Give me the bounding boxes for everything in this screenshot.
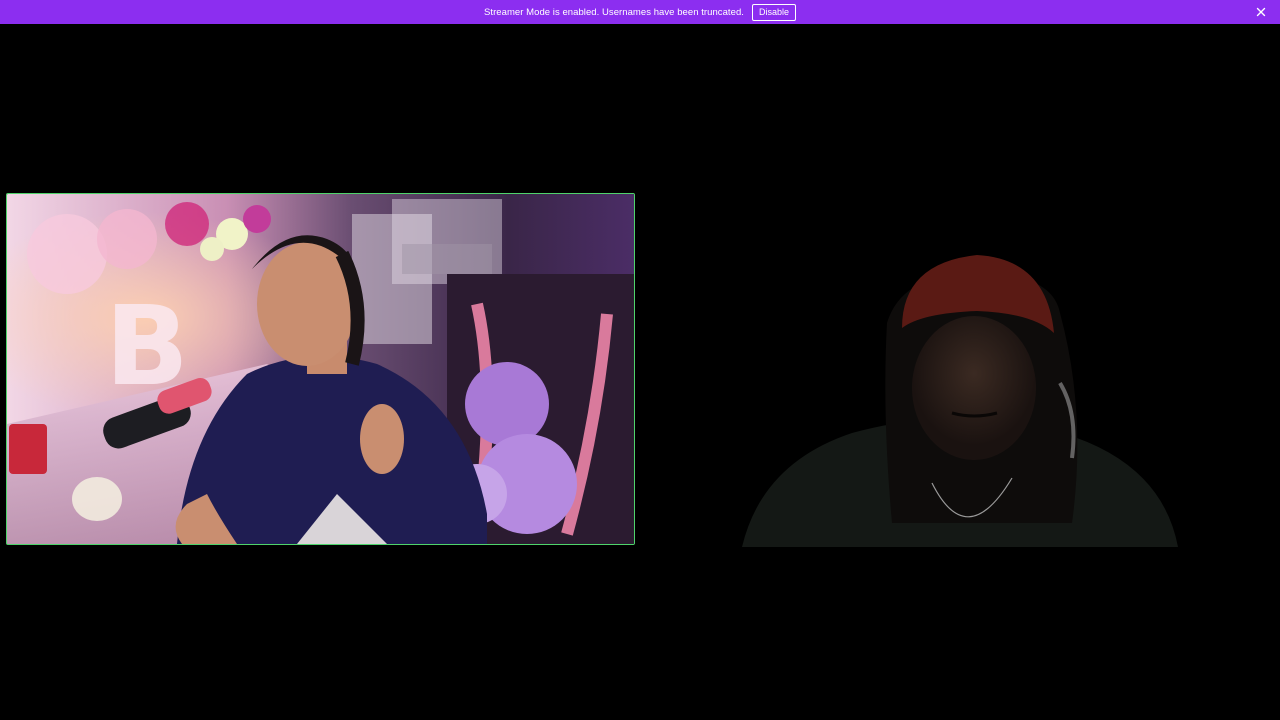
call-window: Streamer Mode is enabled. Usernames have…: [0, 0, 1280, 720]
video-tile-participant-1[interactable]: B: [6, 193, 635, 545]
streamer-mode-banner: Streamer Mode is enabled. Usernames have…: [0, 0, 1280, 24]
banner-content: Streamer Mode is enabled. Usernames have…: [484, 3, 796, 21]
banner-message: Streamer Mode is enabled. Usernames have…: [484, 6, 744, 18]
disable-streamer-mode-button[interactable]: Disable: [751, 3, 796, 21]
close-icon[interactable]: [1254, 5, 1268, 19]
video-feed-participant-2: [742, 193, 1178, 547]
video-feed-participant-1: B: [7, 194, 634, 544]
video-tile-participant-2[interactable]: [742, 193, 1178, 547]
